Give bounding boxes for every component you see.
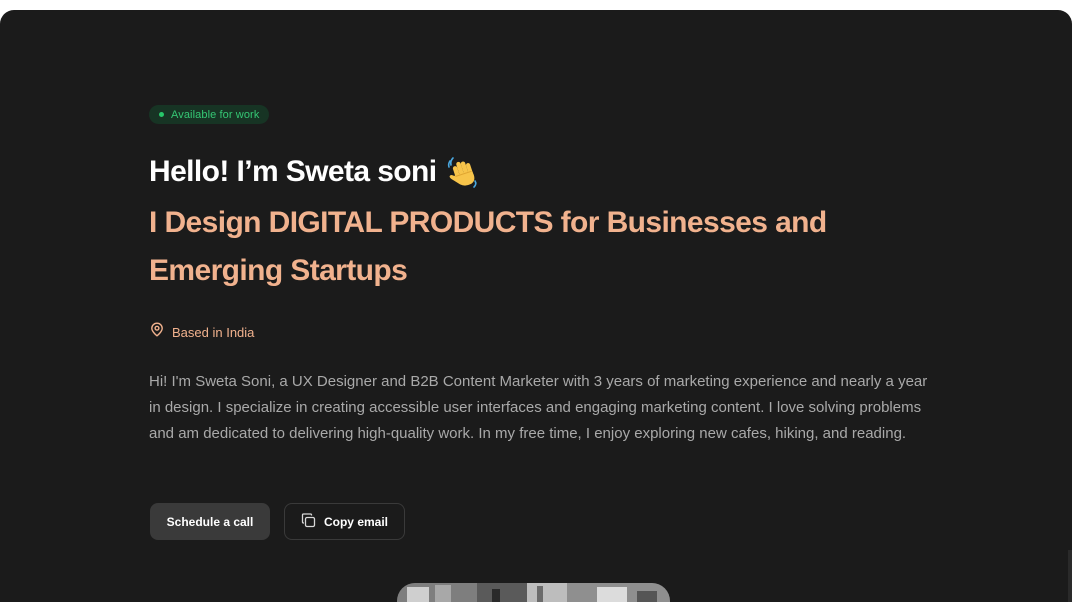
location-row: Based in India	[150, 322, 254, 342]
profile-photo	[397, 583, 670, 602]
schedule-call-button[interactable]: Schedule a call	[150, 503, 270, 540]
location-text: Based in India	[172, 324, 255, 340]
copy-email-button[interactable]: Copy email	[284, 503, 405, 540]
waving-hand-icon	[446, 155, 480, 189]
map-pin-icon	[150, 322, 164, 342]
copy-icon	[301, 512, 316, 531]
copy-email-label: Copy email	[323, 514, 389, 529]
greeting-text: Hello! I’m Sweta soni	[149, 155, 437, 188]
schedule-call-label: Schedule a call	[166, 514, 254, 529]
scroll-edge	[1068, 550, 1072, 602]
status-dot-icon	[159, 112, 164, 117]
tagline-heading: I Design DIGITAL PRODUCTS for Businesses…	[149, 206, 827, 287]
availability-text: Available for work	[171, 108, 260, 121]
portfolio-page: Available for work Hello! I’m Sweta soni	[0, 10, 1072, 602]
bio-paragraph: Hi! I'm Sweta Soni, a UX Designer and B2…	[149, 373, 928, 442]
greeting-heading: Hello! I’m Sweta soni	[149, 155, 480, 189]
availability-badge: Available for work	[149, 105, 270, 124]
browser-frame: Available for work Hello! I’m Sweta soni	[0, 0, 1072, 602]
